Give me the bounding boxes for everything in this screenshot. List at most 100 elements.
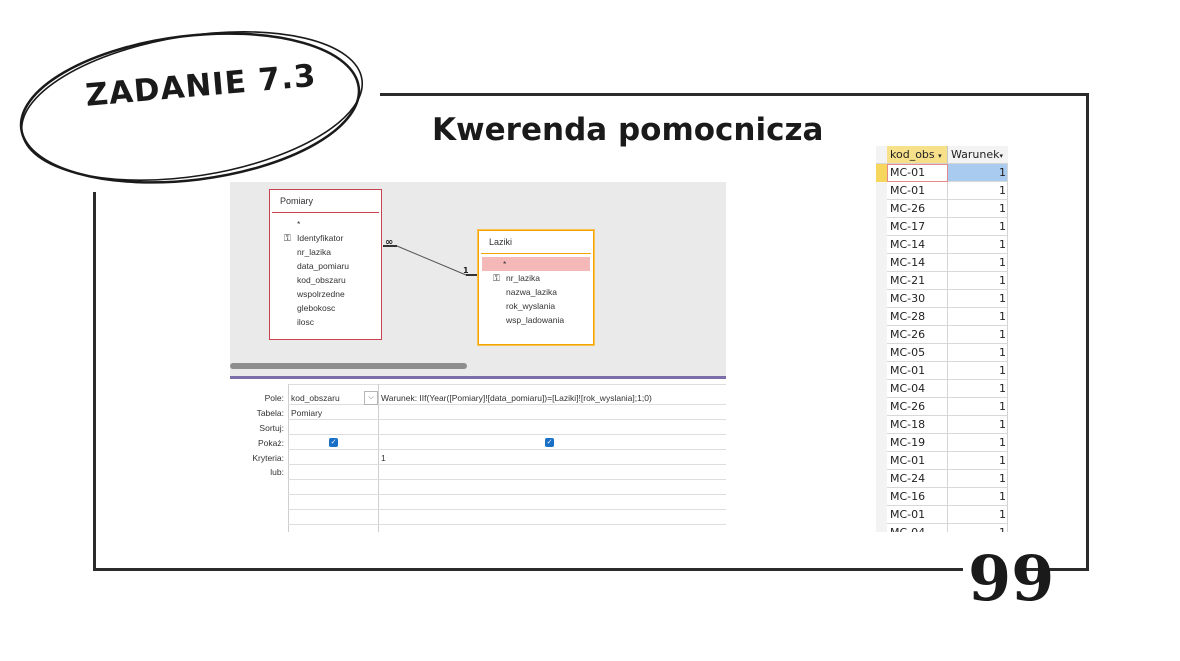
cell-warunek[interactable]: 1: [948, 182, 1008, 200]
row-selector[interactable]: [876, 398, 887, 416]
row-selector[interactable]: [876, 380, 887, 398]
table-row[interactable]: MC-28 1: [876, 308, 1008, 326]
relationship-pane[interactable]: Pomiary * ⚿ Identyfikator nr_lazika data_…: [230, 182, 726, 376]
field-laziki-nr-lazika[interactable]: ⚿ nr_lazika: [479, 271, 593, 285]
field-ilosc[interactable]: ilosc: [270, 315, 381, 329]
cell-warunek[interactable]: 1: [948, 326, 1008, 344]
row-selector[interactable]: [876, 254, 887, 272]
row-selector[interactable]: [876, 434, 887, 452]
row-selector[interactable]: [876, 416, 887, 434]
cell-kod-obs[interactable]: MC-26: [887, 398, 948, 416]
cell-kod-obs[interactable]: MC-24: [887, 470, 948, 488]
row-selector[interactable]: [876, 452, 887, 470]
table-row[interactable]: MC-14 1: [876, 236, 1008, 254]
cell-kod-obs[interactable]: MC-30: [887, 290, 948, 308]
cell-kod-obs[interactable]: MC-01: [887, 182, 948, 200]
column-header-kod-obs[interactable]: kod_obs ▾: [887, 146, 948, 164]
cell-kod-obs[interactable]: MC-01: [887, 452, 948, 470]
show-checkbox-1[interactable]: ✓: [329, 438, 338, 447]
row-selector[interactable]: [876, 344, 887, 362]
cell-kod-obs[interactable]: MC-18: [887, 416, 948, 434]
cell-kod-obs[interactable]: MC-04: [887, 524, 948, 532]
cell-warunek[interactable]: 1: [948, 452, 1008, 470]
cell-warunek[interactable]: 1: [948, 236, 1008, 254]
field-star-selected[interactable]: *: [482, 257, 590, 271]
table-cell-pomiary[interactable]: Pomiary: [291, 408, 322, 418]
table-row[interactable]: MC-26 1: [876, 200, 1008, 218]
cell-warunek[interactable]: 1: [948, 380, 1008, 398]
horizontal-scrollbar[interactable]: [230, 363, 467, 369]
table-row[interactable]: MC-30 1: [876, 290, 1008, 308]
table-row[interactable]: MC-041: [876, 524, 1008, 532]
cell-warunek[interactable]: 1: [948, 488, 1008, 506]
table-row[interactable]: MC-19 1: [876, 434, 1008, 452]
cell-warunek[interactable]: 1: [948, 398, 1008, 416]
cell-kod-obs[interactable]: MC-01: [887, 362, 948, 380]
table-row[interactable]: MC-26 1: [876, 398, 1008, 416]
cell-warunek[interactable]: 1: [948, 200, 1008, 218]
row-selector[interactable]: [876, 236, 887, 254]
cell-warunek[interactable]: 1: [948, 524, 1008, 532]
cell-kod-obs[interactable]: MC-21: [887, 272, 948, 290]
cell-warunek[interactable]: 1: [948, 362, 1008, 380]
row-selector[interactable]: [876, 470, 887, 488]
column-header-warunek[interactable]: Warunek▾: [948, 146, 1008, 164]
field-nazwa-lazika[interactable]: nazwa_lazika: [479, 285, 593, 299]
table-row[interactable]: MC-041: [876, 380, 1008, 398]
field-wspolrzedne[interactable]: wspolrzedne: [270, 287, 381, 301]
table-pomiary[interactable]: Pomiary * ⚿ Identyfikator nr_lazika data_…: [269, 189, 382, 340]
row-selector[interactable]: [876, 272, 887, 290]
cell-warunek[interactable]: 1: [948, 416, 1008, 434]
cell-kod-obs[interactable]: MC-26: [887, 200, 948, 218]
cell-warunek[interactable]: 1: [948, 344, 1008, 362]
cell-kod-obs[interactable]: MC-05: [887, 344, 948, 362]
table-row[interactable]: MC-01 1: [876, 452, 1008, 470]
cell-warunek[interactable]: 1: [948, 290, 1008, 308]
row-selector[interactable]: [876, 290, 887, 308]
table-row[interactable]: MC-01 1: [876, 362, 1008, 380]
row-selector[interactable]: [876, 488, 887, 506]
cell-kod-obs[interactable]: MC-26: [887, 326, 948, 344]
row-selector[interactable]: [876, 218, 887, 236]
field-nr-lazika[interactable]: nr_lazika: [270, 245, 381, 259]
cell-warunek[interactable]: 1: [948, 218, 1008, 236]
row-selector[interactable]: [876, 524, 887, 532]
field-wsp-ladowania[interactable]: wsp_ladowania: [479, 313, 593, 327]
criteria-cell[interactable]: 1: [381, 453, 386, 463]
cell-kod-obs[interactable]: MC-16: [887, 488, 948, 506]
cell-warunek[interactable]: 1: [948, 434, 1008, 452]
field-identyfikator[interactable]: ⚿ Identyfikator: [270, 231, 381, 245]
field-star[interactable]: *: [270, 217, 381, 231]
cell-kod-obs[interactable]: MC-19: [887, 434, 948, 452]
field-rok-wyslania[interactable]: rok_wyslania: [479, 299, 593, 313]
table-row[interactable]: MC-17 1: [876, 218, 1008, 236]
table-row[interactable]: MC-16 1: [876, 488, 1008, 506]
field-cell-warunek[interactable]: Warunek: IIf(Year([Pomiary]![data_pomiar…: [381, 393, 652, 403]
cell-kod-obs[interactable]: MC-14: [887, 254, 948, 272]
cell-kod-obs[interactable]: MC-14: [887, 236, 948, 254]
table-row[interactable]: MC-21 1: [876, 272, 1008, 290]
row-selector[interactable]: [876, 362, 887, 380]
table-row[interactable]: MC-24 1: [876, 470, 1008, 488]
table-row[interactable]: MC-05 1: [876, 344, 1008, 362]
table-laziki[interactable]: Laziki * ⚿ nr_lazika nazwa_lazika rok_wys…: [478, 230, 594, 345]
cell-kod-obs[interactable]: MC-04: [887, 380, 948, 398]
row-selector[interactable]: [876, 506, 887, 524]
cell-warunek[interactable]: 1: [948, 254, 1008, 272]
row-selector[interactable]: [876, 308, 887, 326]
cell-warunek[interactable]: 1: [948, 272, 1008, 290]
row-selector[interactable]: [876, 200, 887, 218]
field-cell-kod-obszaru[interactable]: kod_obszaru: [291, 393, 340, 403]
cell-kod-obs[interactable]: MC-17: [887, 218, 948, 236]
row-selector[interactable]: [876, 164, 887, 182]
table-row[interactable]: MC-18 1: [876, 416, 1008, 434]
table-row[interactable]: MC-26 1: [876, 326, 1008, 344]
cell-warunek[interactable]: 1: [948, 308, 1008, 326]
table-row[interactable]: MC-01 1: [876, 164, 1008, 182]
cell-kod-obs[interactable]: MC-01: [887, 164, 948, 182]
chevron-down-icon[interactable]: ⌵: [364, 391, 378, 405]
cell-kod-obs[interactable]: MC-28: [887, 308, 948, 326]
cell-warunek[interactable]: 1: [948, 164, 1008, 182]
table-row[interactable]: MC-01 1: [876, 506, 1008, 524]
cell-kod-obs[interactable]: MC-01: [887, 506, 948, 524]
